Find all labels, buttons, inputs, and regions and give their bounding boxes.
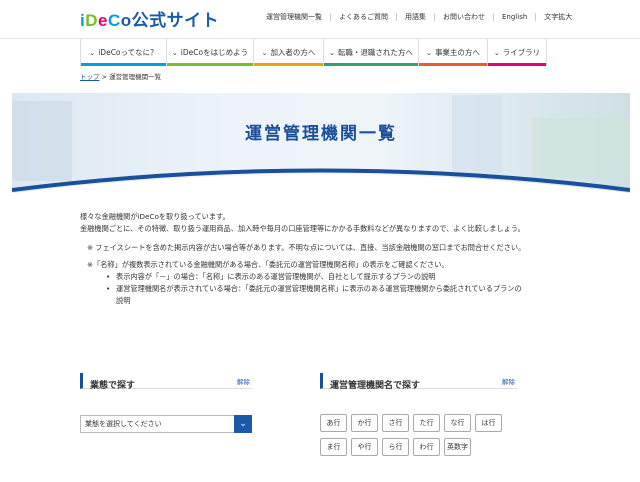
hero-banner: 運営管理機関一覧 <box>12 93 630 193</box>
chevron-down-icon: ⌄ <box>234 415 252 433</box>
link-faq[interactable]: よくあるご質問 <box>330 13 396 21</box>
link-english[interactable]: English <box>493 13 535 21</box>
list-item: 表示内容が「－」の場合：「名称」に表示のある運営管理機関が、自社として提示するプ… <box>106 271 570 283</box>
search-by-type-title: 業態で探す <box>90 381 136 391</box>
kana-index: あ行 か行 さ行 た行 な行 は行 ま行 や行 ら行 わ行 英数字 <box>320 414 502 456</box>
note-text: ※ フェイスシートを含めた掲示内容が古い場合等があります。不明な点については、直… <box>87 243 526 252</box>
nav-item-job-change[interactable]: ⌄ 転職・退職された方へ <box>323 39 418 66</box>
breadcrumb-current: 運営管理機関一覧 <box>109 73 162 81</box>
kana-button-ka[interactable]: か行 <box>351 414 378 432</box>
kana-button-sa[interactable]: さ行 <box>382 414 409 432</box>
kana-button-ra[interactable]: ら行 <box>382 438 409 456</box>
link-glossary[interactable]: 用語集 <box>396 13 434 21</box>
clear-type-button[interactable]: 解除 <box>237 376 250 386</box>
chevron-down-icon: ⌄ <box>329 48 335 57</box>
chevron-down-icon: ⌄ <box>171 48 178 57</box>
chevron-down-icon: ⌄ <box>426 48 432 57</box>
nav-item-about[interactable]: ⌄ iDeCoってなに？ <box>80 39 166 66</box>
search-by-name-panel: 運営管理機関名で探す 解除 あ行 か行 さ行 た行 な行 は行 ま行 や行 ら行… <box>320 373 517 456</box>
list-item: 運営管理機関名が表示されている場合：「委託元の運営管理機関名称」に表示のある運営… <box>106 283 570 307</box>
chevron-down-icon: ⌄ <box>493 48 500 57</box>
clear-name-button[interactable]: 解除 <box>502 376 515 386</box>
search-by-type-panel: 業態で探す 解除 業態を選択してください ⌄ <box>80 373 252 433</box>
intro-text: 金融機関ごとに、その特徴、取り扱う運用商品、加入時や毎月の口座管理等にかかる手数… <box>80 224 525 233</box>
kana-button-ya[interactable]: や行 <box>351 438 378 456</box>
note-text: ※「名称」が複数表示されている金融機関がある場合、「委託元の運営管理機関名称」の… <box>87 260 449 269</box>
search-by-name-title: 運営管理機関名で探す <box>330 381 421 391</box>
kana-button-alnum[interactable]: 英数字 <box>444 438 471 456</box>
nav-item-members[interactable]: ⌄ 加入者の方へ <box>253 39 323 66</box>
chevron-down-icon: ⌄ <box>89 48 96 57</box>
page-title: 運営管理機関一覧 <box>245 124 397 144</box>
kana-button-ha[interactable]: は行 <box>475 414 502 432</box>
breadcrumb: トップ > 運営管理機関一覧 <box>80 73 162 81</box>
kana-button-a[interactable]: あ行 <box>320 414 347 432</box>
kana-button-ma[interactable]: ま行 <box>320 438 347 456</box>
nav-item-employers[interactable]: ⌄ 事業主の方へ <box>418 39 487 66</box>
main-nav: ⌄ iDeCoってなに？ ⌄ iDeCoをはじめよう ⌄ 加入者の方へ ⌄ 転職・退職さ… <box>0 38 640 66</box>
business-type-select[interactable]: 業態を選択してください ⌄ <box>80 415 252 433</box>
intro-section: 様々な金融機関がiDeCoを取り扱っています。 金融機関ごとに、その特徴、取り扱… <box>80 211 570 307</box>
nav-item-library[interactable]: ⌄ ライブラリ <box>487 39 547 66</box>
link-provider-list[interactable]: 運営管理機関一覧 <box>258 13 330 21</box>
kana-button-na[interactable]: な行 <box>444 414 471 432</box>
link-text-size[interactable]: 文字拡大 <box>535 13 580 21</box>
chevron-down-icon: ⌄ <box>261 48 268 57</box>
link-contact[interactable]: お問い合わせ <box>434 13 493 21</box>
site-header: iDeCo公式サイト 運営管理機関一覧 よくあるご質問 用語集 お問い合わせ E… <box>0 0 640 38</box>
breadcrumb-home[interactable]: トップ <box>80 73 100 81</box>
utility-nav: 運営管理機関一覧 よくあるご質問 用語集 お問い合わせ English 文字拡大 <box>258 13 580 21</box>
ideco-logo[interactable]: iDeCo公式サイト <box>80 6 219 31</box>
intro-text: 様々な金融機関がiDeCoを取り扱っています。 <box>80 212 230 221</box>
hero-wave <box>12 168 630 193</box>
kana-button-ta[interactable]: た行 <box>413 414 440 432</box>
note-bullets: 表示内容が「－」の場合：「名称」に表示のある運営管理機関が、自社として提示するプ… <box>80 271 570 307</box>
kana-button-wa[interactable]: わ行 <box>413 438 440 456</box>
nav-item-start[interactable]: ⌄ iDeCoをはじめよう <box>166 39 253 66</box>
